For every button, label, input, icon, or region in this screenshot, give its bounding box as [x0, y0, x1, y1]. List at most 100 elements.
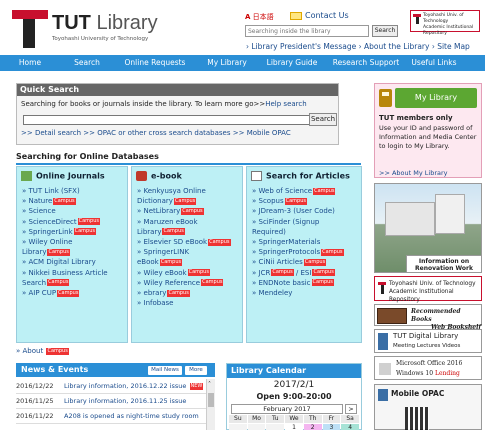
database-link[interactable]: » Scopus Campus	[252, 196, 358, 206]
tut-logo-icon[interactable]	[12, 10, 48, 48]
news-row[interactable]: 2016/11/22 A208 is opened as night-time s…	[16, 409, 206, 424]
database-link[interactable]: » Maruzen eBook	[137, 217, 239, 227]
news-row[interactable]: 2016/12/22 Library information, 2016.12.2…	[16, 379, 206, 394]
digital-library-banner[interactable]: TUT Digital Library Meeting Lectures Vid…	[374, 329, 482, 353]
database-link[interactable]: » Infobase	[137, 298, 239, 308]
database-link[interactable]: » Web of Science Campus	[252, 186, 358, 196]
scroll-up-icon[interactable]: ˄	[208, 381, 211, 388]
database-link[interactable]: » Elsevier SD eBook Campus	[137, 237, 239, 247]
ebook-icon	[136, 171, 147, 181]
database-link[interactable]: » TUT Link (SFX)	[22, 186, 124, 196]
news-scrollbar[interactable]: ˄	[206, 379, 215, 430]
database-link[interactable]: » SpringerLINK	[137, 247, 239, 257]
database-link[interactable]: » SpringerLink Campus	[22, 227, 124, 237]
renovation-info-banner[interactable]: Information on Renovation Work	[406, 255, 482, 273]
database-link[interactable]: » Kenkyusya Online	[137, 186, 239, 196]
campus-badge: Campus	[208, 238, 231, 246]
tut-logo-icon	[413, 14, 421, 24]
database-link[interactable]: » AIP CUP Campus	[22, 288, 124, 298]
nav-library-guide[interactable]: Library Guide	[258, 55, 326, 71]
database-link[interactable]: Required)	[252, 227, 358, 237]
tut-logo-icon	[378, 282, 386, 294]
calendar-heading: Library Calendar	[227, 364, 361, 378]
opening-hours: Open 9:00-20:00	[256, 392, 332, 401]
site-search-button[interactable]: Search	[372, 25, 398, 37]
repository-banner[interactable]: Toyohashi Univ. of Technology Academic I…	[410, 10, 480, 36]
campus-badge: Campus	[53, 197, 76, 205]
database-link[interactable]: » CiNii Articles Campus	[252, 257, 358, 267]
calendar-day[interactable]: 1	[285, 424, 303, 430]
nav-home[interactable]: Home	[0, 55, 60, 71]
next-month-button[interactable]: >	[345, 404, 357, 414]
quick-search-title: Quick Search	[17, 84, 338, 96]
database-link[interactable]: Search Campus	[22, 278, 124, 288]
about-my-library-link[interactable]: >> About My Library	[379, 169, 448, 177]
database-link[interactable]: » ENDNote basic Campus	[252, 278, 358, 288]
news-row[interactable]: 2016/11/25 Library information, 2016.11.2…	[16, 394, 206, 409]
about-databases-link[interactable]: » About Campus	[16, 347, 69, 355]
database-link[interactable]: » Wiley Online	[22, 237, 124, 247]
database-link[interactable]: » NetLibrary Campus	[137, 206, 239, 216]
database-link[interactable]: » Nature Campus	[22, 196, 124, 206]
weekday-label: Sa	[341, 415, 359, 423]
quick-search-links[interactable]: >> Detail search >> OPAC or other cross …	[21, 129, 291, 137]
top-links[interactable]: › Library President's Message › About th…	[246, 42, 470, 51]
my-library-button[interactable]: My Library	[395, 88, 477, 108]
database-link[interactable]: » SciFinder (Signup	[252, 217, 358, 227]
main-nav: Home Search Online Requests My Library L…	[0, 55, 485, 71]
calendar-day[interactable]: 4	[341, 424, 359, 430]
database-link[interactable]: » SpringerMaterials	[252, 237, 358, 247]
articles-list: » Web of Science Campus» Scopus Campus» JD…	[252, 186, 358, 298]
contact-link[interactable]: Contact Us	[290, 11, 349, 20]
nav-search[interactable]: Search	[60, 55, 114, 71]
mail-news-button[interactable]: Mail News	[148, 366, 182, 375]
database-link[interactable]: » Nikkei Business Article	[22, 268, 124, 278]
database-link[interactable]: Library Campus	[137, 227, 239, 237]
database-link[interactable]: eBook Campus	[137, 257, 239, 267]
site-title[interactable]: TUT Library	[52, 12, 158, 35]
calendar-date: 2017/2/1	[273, 380, 315, 390]
nav-online-requests[interactable]: Online Requests	[114, 55, 196, 71]
quick-search-desc: Searching for books or journals inside t…	[21, 100, 307, 108]
nav-research-support[interactable]: Research Support	[326, 55, 406, 71]
repository-link[interactable]: Toyohashi Univ. of Technology Academic I…	[374, 276, 482, 303]
calendar-day[interactable]	[266, 424, 285, 430]
database-link[interactable]: » JDream-3 (User Code)	[252, 206, 358, 216]
database-link[interactable]: » Mendeley	[252, 288, 358, 298]
scroll-thumb[interactable]	[208, 393, 214, 407]
calendar-day[interactable]	[229, 424, 247, 430]
database-link[interactable]: » ScienceDirect Campus	[22, 217, 124, 227]
repo-line1: Toyohashi Univ. of Technology	[389, 281, 476, 287]
calendar-day[interactable]: 3	[322, 424, 341, 430]
database-link[interactable]: Dictionary Campus	[137, 196, 239, 206]
database-link[interactable]: » SpringerProtocols Campus	[252, 247, 358, 257]
repo-line1: Toyohashi Univ. of Technology	[423, 13, 464, 24]
online-databases-heading: Searching for Online Databases	[16, 152, 361, 165]
office-icon	[379, 363, 391, 375]
office-lending-banner[interactable]: Microsoft Office 2016 Windows 10 Lending	[374, 356, 482, 380]
nav-my-library[interactable]: My Library	[196, 55, 258, 71]
recommended-books-banner[interactable]: Recommended Books Web Bookshelf	[374, 304, 482, 331]
site-search-input[interactable]	[245, 25, 369, 37]
nav-useful-links[interactable]: Useful Links	[406, 55, 462, 71]
database-link[interactable]: » Wiley Reference Campus	[137, 278, 239, 288]
database-link[interactable]: » ACM Digital Library	[22, 257, 124, 267]
campus-badge: Campus	[303, 258, 327, 266]
database-link[interactable]: » JCR Campus / ESI Campus	[252, 268, 358, 278]
tdl-title: TUT Digital Library	[393, 332, 459, 340]
database-link[interactable]: » Science	[22, 206, 124, 216]
help-search-link[interactable]: Help search	[265, 100, 306, 108]
database-link[interactable]: » Wiley eBook Campus	[137, 268, 239, 278]
database-link[interactable]: Library Campus	[22, 247, 124, 257]
language-link[interactable]: A 日本語	[245, 12, 274, 22]
calendar-day[interactable]	[247, 424, 266, 430]
quick-search-button[interactable]: Search	[309, 113, 337, 126]
quick-search-input[interactable]	[23, 115, 320, 125]
more-news-button[interactable]: More	[185, 366, 207, 375]
ebook-heading: e-book	[136, 171, 182, 181]
tdl-sub: Meeting Lectures Videos	[393, 343, 461, 349]
news-list: 2016/12/22 Library information, 2016.12.2…	[16, 379, 206, 424]
calendar-day[interactable]: 2	[303, 424, 322, 430]
database-link[interactable]: » ebrary Campus	[137, 288, 239, 298]
mobile-opac-panel[interactable]: Mobile OPAC	[374, 384, 482, 430]
